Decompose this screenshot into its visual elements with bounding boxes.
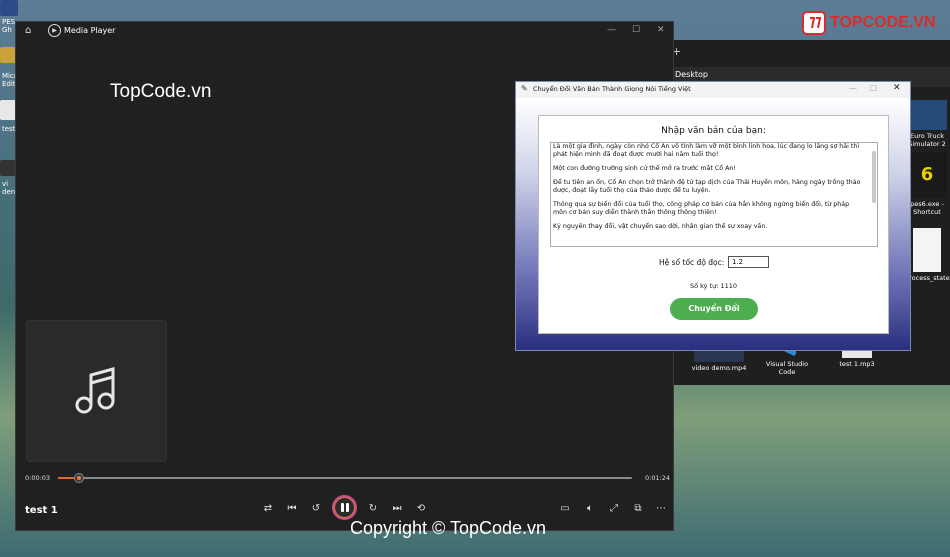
desktop-item-label: process_state.txt xyxy=(905,274,950,282)
home-icon[interactable]: ⌂ xyxy=(25,25,31,36)
shuffle-icon[interactable]: ⇄ xyxy=(260,503,276,514)
text-scrollbar[interactable] xyxy=(872,151,876,203)
close-button[interactable]: ✕ xyxy=(893,83,901,93)
previous-icon[interactable]: ⏮ xyxy=(284,503,300,514)
desktop-label: Gh xyxy=(2,26,12,34)
text-file-icon xyxy=(913,228,941,272)
miniplayer-icon[interactable]: ▭ xyxy=(557,503,573,514)
repeat-icon[interactable]: ⟲ xyxy=(413,503,429,514)
close-button[interactable]: ✕ xyxy=(657,25,665,35)
file-label: Visual Studio Code xyxy=(765,360,809,376)
media-player-titlebar[interactable]: ⌂ ▶ Media Player — ☐ ✕ xyxy=(16,22,673,40)
rewind-10-icon[interactable]: ↺ xyxy=(308,503,324,514)
seek-bar[interactable] xyxy=(58,473,632,483)
volume-icon[interactable]: 🔈︎ xyxy=(582,503,598,514)
speed-input[interactable]: 1.2 xyxy=(728,256,769,268)
desktop-label: PES xyxy=(2,18,16,26)
desktop-item[interactable]: process_state.txt xyxy=(905,228,950,282)
file-label: video demo.mp4 xyxy=(691,364,747,372)
maximize-button[interactable]: ☐ xyxy=(632,25,640,35)
file-label: test 1.mp3 xyxy=(839,360,875,368)
music-note-icon xyxy=(75,367,115,414)
seek-handle[interactable] xyxy=(73,473,84,483)
watermark-overlay: TopCode.vn xyxy=(110,81,212,102)
mini-mode-icon[interactable]: ⧉ xyxy=(630,503,646,514)
window-title: Media Player xyxy=(64,26,116,35)
text-paragraph: Kỷ nguyên thay đổi, vật chuyển sao dời, … xyxy=(553,223,768,230)
text-paragraph: Là một gia đình, ngày còn nhỏ Cổ An vô t… xyxy=(553,143,860,158)
pes6-icon: 6 xyxy=(907,152,947,198)
text-paragraph: Để tu tiên an ổn, Cổ An chọn trở thành đ… xyxy=(553,179,861,194)
desktop-label: test xyxy=(2,125,16,133)
minimize-button[interactable]: — xyxy=(607,25,616,35)
desktop-item-label: Euro Truck Simulator 2 xyxy=(908,132,946,148)
topcode-logo-text: TOPCODE.VN xyxy=(830,14,936,31)
tts-body: Nhập văn bản của bạn: Là một gia đình, n… xyxy=(516,98,910,350)
desktop-item[interactable]: 6 pes6.exe - Shortcut xyxy=(905,152,949,216)
album-art xyxy=(26,320,167,462)
desktop-icon-pes[interactable] xyxy=(0,0,18,16)
maximize-button[interactable]: ☐ xyxy=(870,84,877,93)
media-player-logo-icon: ▶ xyxy=(48,24,61,37)
input-panel: Nhập văn bản của bạn: Là một gia đình, n… xyxy=(538,115,889,334)
more-options-icon[interactable]: ⋯ xyxy=(653,503,669,514)
desktop-item-label: pes6.exe - Shortcut xyxy=(910,200,944,216)
char-count: Số ký tự: 1110 xyxy=(689,282,738,290)
tts-window-title: Chuyển Đổi Văn Bản Thành Giọng Nói Tiếng… xyxy=(533,85,691,93)
text-input[interactable]: Là một gia đình, ngày còn nhỏ Cổ An vô t… xyxy=(550,142,878,247)
feather-icon: ✎ xyxy=(521,84,528,93)
text-paragraph: Một con đường trường sinh cứ thế mở ra t… xyxy=(553,165,736,172)
tts-titlebar[interactable]: ✎ Chuyển Đổi Văn Bản Thành Giọng Nói Tiế… xyxy=(516,82,910,98)
convert-button[interactable]: Chuyển Đổi xyxy=(670,298,758,320)
address-path: Desktop xyxy=(675,70,708,79)
total-time: 0:01:24 xyxy=(645,474,671,482)
fullscreen-icon[interactable]: ⤢ xyxy=(606,503,622,514)
euro-truck-icon xyxy=(907,100,947,130)
current-time: 0:00:03 xyxy=(25,474,51,482)
copyright-watermark: Copyright © TopCode.vn xyxy=(350,518,547,538)
speed-label: Hệ số tốc độ đọc: xyxy=(659,258,725,267)
desktop-item[interactable]: Euro Truck Simulator 2 xyxy=(905,100,949,148)
topcode-logo: TOPCODE.VN xyxy=(802,10,942,36)
minimize-button[interactable]: — xyxy=(849,84,857,93)
text-paragraph: Thông qua sự biến đổi của tuổi thọ, công… xyxy=(553,201,850,216)
next-icon[interactable]: ⏭ xyxy=(389,503,405,514)
topcode-logo-icon xyxy=(802,11,826,35)
forward-30-icon[interactable]: ↻ xyxy=(365,503,381,514)
tts-window[interactable]: ✎ Chuyển Đổi Văn Bản Thành Giọng Nói Tiế… xyxy=(515,81,911,351)
desktop-label: vi xyxy=(2,180,9,188)
pause-button[interactable] xyxy=(332,495,357,520)
pause-icon xyxy=(341,503,344,512)
track-name: test 1 xyxy=(25,505,58,516)
desktop-label: Edit xyxy=(2,80,16,88)
prompt-label: Nhập văn bản của bạn: xyxy=(661,126,766,136)
desktop-label: den xyxy=(2,188,16,196)
